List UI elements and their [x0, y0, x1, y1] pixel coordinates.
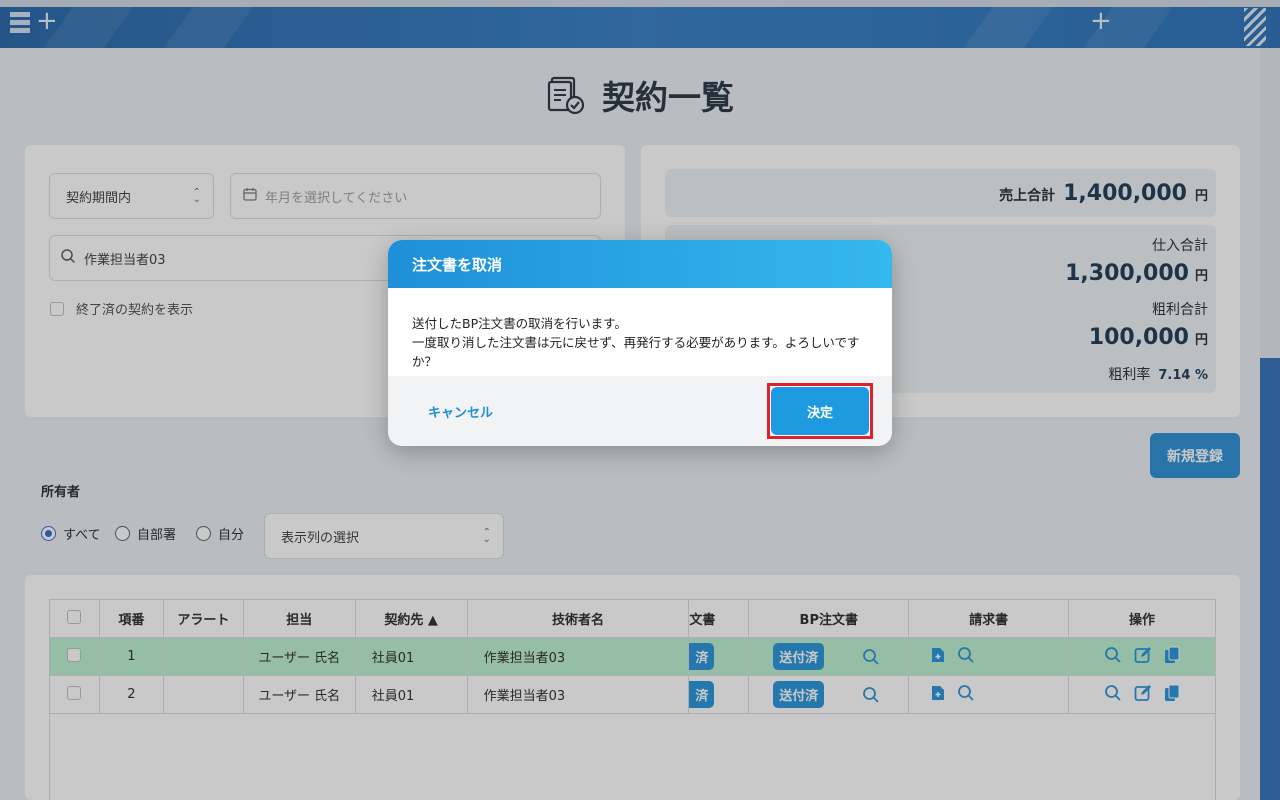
dialog-message-line2: 一度取り消した注文書は元に戻せず、再発行する必要があります。よろしいですか？	[412, 335, 860, 369]
dialog-title: 注文書を取消	[388, 240, 892, 288]
dialog-footer: キャンセル 決定	[388, 376, 892, 446]
cancel-order-dialog: 注文書を取消 送付したBP注文書の取消を行います。 一度取り消した注文書は元に戻…	[388, 240, 892, 446]
dialog-message-line1: 送付したBP注文書の取消を行います。	[412, 316, 627, 331]
confirm-button[interactable]: 決定	[771, 387, 869, 435]
cancel-button[interactable]: キャンセル	[428, 402, 493, 421]
dialog-message: 送付したBP注文書の取消を行います。 一度取り消した注文書は元に戻せず、再発行す…	[388, 288, 892, 376]
